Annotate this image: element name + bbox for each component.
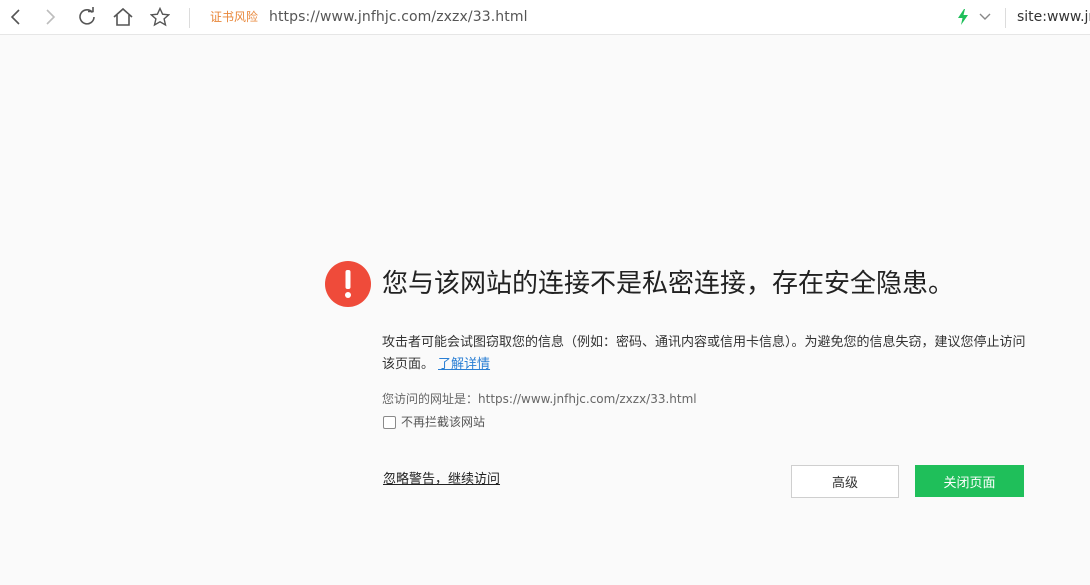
address-bar-url[interactable]: https://www.jnfhjc.com/zxzx/33.html — [269, 7, 528, 27]
forward-arrow-icon[interactable] — [37, 4, 63, 30]
advanced-button[interactable]: 高级 — [791, 465, 899, 498]
search-input[interactable]: site:www.jnfhjc — [1017, 7, 1090, 27]
star-icon[interactable] — [147, 4, 173, 30]
home-icon[interactable] — [110, 4, 136, 30]
back-arrow-icon[interactable] — [3, 4, 29, 30]
dont-block-checkbox-row[interactable]: 不再拦截该网站 — [383, 414, 485, 430]
chevron-down-icon[interactable] — [972, 4, 998, 30]
dont-block-label: 不再拦截该网站 — [401, 415, 486, 429]
browser-toolbar: 证书风险 https://www.jnfhjc.com/zxzx/33.html… — [0, 0, 1090, 35]
learn-more-link[interactable]: 了解详情 — [438, 357, 490, 372]
toolbar-divider — [1005, 8, 1006, 28]
visited-url-line: 您访问的网址是：https://www.jnfhjc.com/zxzx/33.h… — [382, 391, 697, 407]
cert-risk-label[interactable]: 证书风险 — [210, 9, 258, 25]
page-title: 您与该网站的连接不是私密连接，存在安全隐患。 — [382, 269, 955, 299]
reload-icon[interactable] — [74, 4, 100, 30]
ignore-warning-link[interactable]: 忽略警告，继续访问 — [383, 471, 500, 489]
warning-description: 攻击者可能会试图窃取您的信息（例如：密码、通讯内容或信用卡信息）。为避免您的信息… — [382, 332, 1032, 376]
close-page-button[interactable]: 关闭页面 — [915, 465, 1024, 497]
dont-block-checkbox[interactable] — [383, 415, 396, 429]
visited-url-label: 您访问的网址是： — [382, 392, 479, 406]
exclamation-circle-icon — [325, 261, 371, 307]
visited-url: https://www.jnfhjc.com/zxzx/33.html — [478, 392, 697, 406]
toolbar-divider — [189, 8, 190, 28]
